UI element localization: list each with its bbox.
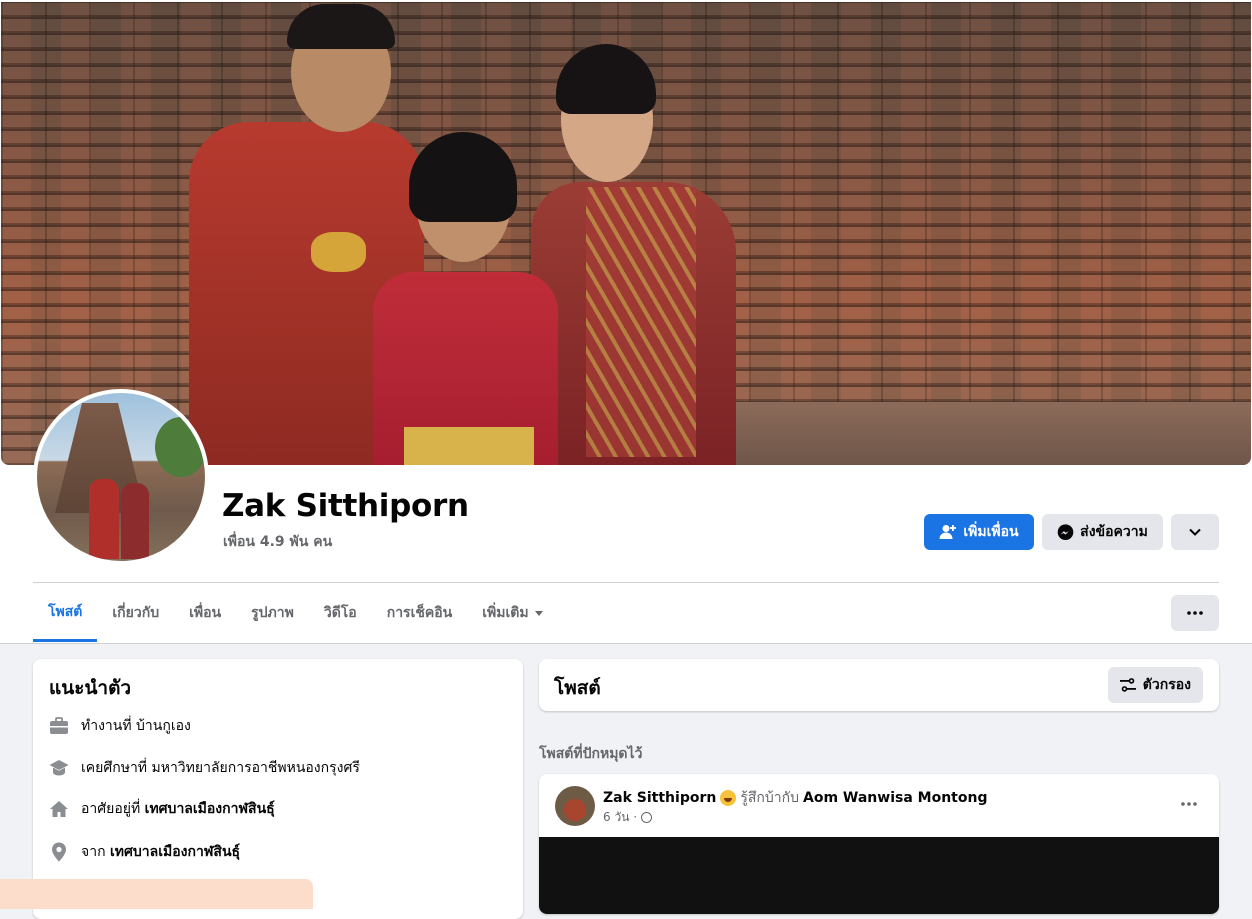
add-friend-icon (939, 524, 957, 540)
intro-lives: อาศัยอยู่ที่ เทศบาลเมืองกาฬสินธุ์ (49, 798, 275, 820)
tab-videos[interactable]: วิดีโอ (309, 584, 372, 642)
intro-lives-text: อาศัยอยู่ที่ (81, 801, 145, 817)
tab-photos[interactable]: รูปภาพ (236, 584, 309, 642)
intro-education-text: เคยศึกษาที่ มหาวิทยาลัยการอาชีพหนองกรุงศ… (81, 760, 360, 776)
profile-name: Zak Sitthiporn (222, 488, 469, 524)
cover-ground (701, 402, 1251, 465)
header-divider (33, 582, 1219, 583)
cover-photo[interactable] (1, 2, 1251, 465)
friends-count[interactable]: เพื่อน 4.9 พัน คน (223, 531, 332, 553)
avatar-tree (155, 417, 205, 477)
tab-label: รูปภาพ (251, 605, 294, 621)
tab-more[interactable]: เพิ่มเติม (467, 584, 557, 642)
briefcase-icon (49, 716, 69, 736)
tab-label: การเช็คอิน (386, 605, 453, 621)
pinned-posts-label: โพสต์ที่ปักหมุดไว้ (539, 746, 643, 762)
post-meta: 6 วัน · (603, 808, 653, 827)
graduation-cap-icon (49, 758, 69, 778)
avatar-photo (37, 393, 205, 561)
intro-education: เคยศึกษาที่ มหาวิทยาลัยการอาชีพหนองกรุงศ… (49, 757, 360, 779)
posts-header-card: โพสต์ ตัวกรอง (539, 659, 1219, 711)
tab-label: เกี่ยวกับ (112, 605, 160, 621)
caret-down-icon (534, 610, 543, 616)
post-timestamp[interactable]: 6 วัน · (603, 808, 637, 827)
intro-title: แนะนำตัว (49, 677, 132, 699)
more-dots-icon (1187, 611, 1203, 615)
intro-lives-link[interactable]: เทศบาลเมืองกาฬสินธุ์ (145, 801, 275, 817)
tab-friends[interactable]: เพื่อน (174, 584, 236, 642)
cover-necklace (311, 232, 366, 272)
home-icon (49, 799, 69, 819)
post-feeling-text: รู้สึกบ้ากับ (740, 790, 799, 806)
intro-from: จาก เทศบาลเมืองกาฬสินธุ์ (49, 841, 240, 863)
profile-tabs: โพสต์ เกี่ยวกับ เพื่อน รูปภาพ วิดีโอ การ… (33, 584, 558, 642)
tabs-more-button[interactable] (1171, 595, 1219, 631)
tab-posts[interactable]: โพสต์ (33, 584, 98, 642)
intro-from-text: จาก (81, 844, 110, 860)
tab-checkins[interactable]: การเช็คอิน (372, 584, 468, 642)
tab-label: เพื่อน (189, 605, 222, 621)
post-author-avatar[interactable] (555, 786, 595, 826)
post-options-button[interactable] (1175, 790, 1203, 818)
posts-title: โพสต์ (554, 677, 601, 699)
add-friend-button[interactable]: เพิ่มเพื่อน (924, 514, 1034, 550)
location-pin-icon (49, 842, 69, 862)
message-button[interactable]: ส่งข้อความ (1042, 514, 1163, 550)
intro-work: ทำงานที่ บ้านกูเอง (49, 715, 191, 737)
filter-label: ตัวกรอง (1142, 677, 1191, 693)
tab-label: เพิ่มเติม (482, 605, 529, 621)
post-author-line: Zak Sitthiporn รู้สึกบ้ากับ Aom Wanwisa … (603, 787, 987, 809)
cover-belt (404, 427, 534, 465)
profile-avatar[interactable] (33, 389, 209, 565)
add-friend-label: เพิ่มเพื่อน (963, 524, 1019, 540)
cover-hair (287, 4, 395, 49)
filter-icon (1119, 678, 1136, 692)
avatar-person (89, 479, 119, 559)
post-tagged-name[interactable]: Aom Wanwisa Montong (803, 790, 987, 806)
globe-icon (641, 812, 653, 823)
tab-about[interactable]: เกี่ยวกับ (97, 584, 174, 642)
laughing-emoji-icon (720, 790, 737, 806)
intro-work-text: ทำงานที่ บ้านกูเอง (81, 718, 191, 734)
messenger-icon (1057, 523, 1074, 541)
cover-sash (586, 187, 696, 457)
chevron-down-icon (1189, 528, 1201, 536)
intro-from-link[interactable]: เทศบาลเมืองกาฬสินธุ์ (110, 844, 240, 860)
post-author-name[interactable]: Zak Sitthiporn (603, 790, 716, 806)
tab-label: วิดีโอ (323, 605, 357, 621)
post-card: Zak Sitthiporn รู้สึกบ้ากับ Aom Wanwisa … (539, 774, 1219, 914)
avatar-person (121, 483, 149, 559)
tab-label: โพสต์ (48, 603, 83, 620)
post-media[interactable] (539, 837, 1219, 914)
filter-button[interactable]: ตัวกรอง (1107, 667, 1203, 703)
more-actions-button[interactable] (1171, 514, 1219, 550)
notification-toast[interactable] (0, 879, 313, 909)
message-label: ส่งข้อความ (1080, 524, 1148, 540)
more-dots-icon (1181, 802, 1197, 806)
